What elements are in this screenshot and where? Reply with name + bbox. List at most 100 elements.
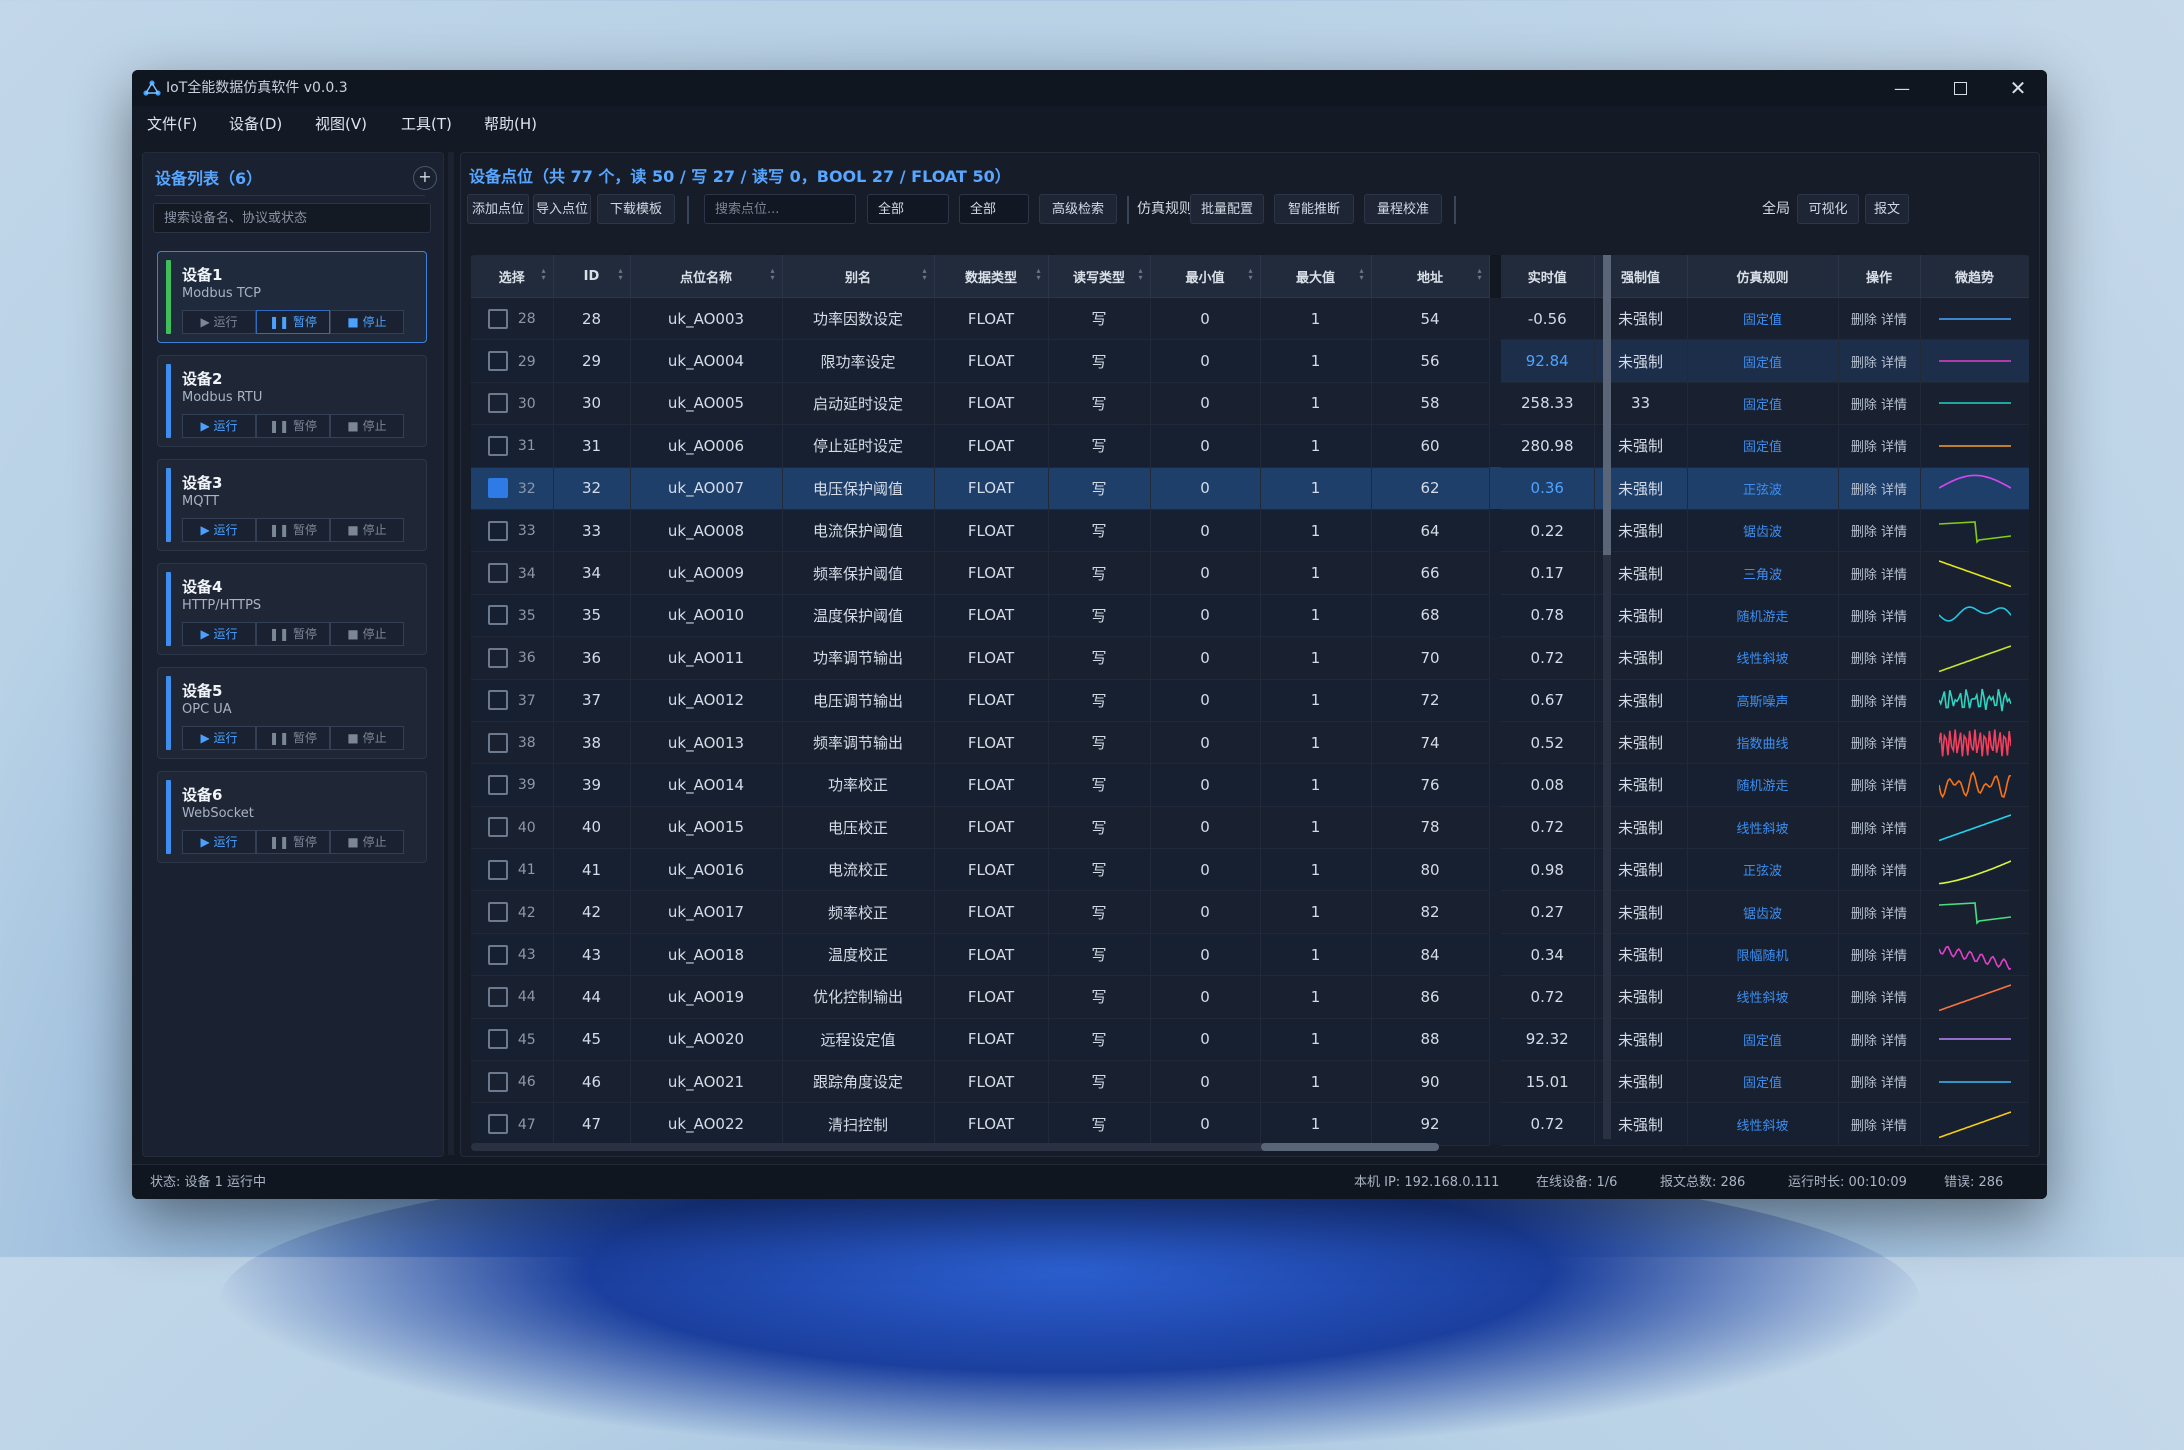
operation-cell[interactable]: 删除 详情: [1838, 763, 1921, 807]
sim-rule-link[interactable]: 固定值: [1743, 440, 1782, 455]
select-cell[interactable]: 36: [471, 636, 554, 680]
row-checkbox[interactable]: [487, 435, 508, 456]
select-cell[interactable]: 42: [471, 890, 554, 934]
column-header-id[interactable]: ID: [553, 255, 631, 298]
row-checkbox[interactable]: [487, 1029, 508, 1050]
table-row[interactable]: 28 28 uk_AO003 功率因数设定 FLOAT 写 0 1 54 -0.56 未强制 固定值删…: [471, 297, 2029, 341]
select-cell[interactable]: 38: [471, 721, 554, 765]
row-checkbox[interactable]: [487, 1071, 508, 1092]
sim-rule-link[interactable]: 固定值: [1743, 398, 1782, 413]
stop-button[interactable]: ■ 停止: [330, 310, 404, 334]
operation-cell[interactable]: 删除 详情: [1838, 1060, 1921, 1104]
sim-rule-cell[interactable]: 固定值: [1687, 424, 1839, 468]
point-search-input[interactable]: 搜索点位...: [704, 194, 856, 224]
run-button[interactable]: ▶ 运行: [182, 622, 256, 646]
select-cell[interactable]: 29: [471, 339, 554, 383]
smart-infer-button[interactable]: 智能推断: [1274, 194, 1354, 224]
run-button[interactable]: ▶ 运行: [182, 414, 256, 438]
type-filter-select[interactable]: 全部: [867, 194, 949, 224]
operation-cell[interactable]: 删除 详情: [1838, 1102, 1921, 1146]
rw-filter-select[interactable]: 全部: [959, 194, 1029, 224]
select-cell[interactable]: 30: [471, 382, 554, 426]
delete-detail-links[interactable]: 删除 详情: [1851, 568, 1907, 583]
table-row[interactable]: 39 39 uk_AO014 功率校正 FLOAT 写 0 1 76 0.08 未强制 随机游走 删除 …: [471, 763, 2029, 807]
table-row[interactable]: 40 40 uk_AO015 电压校正 FLOAT 写 0 1 78 0.72 未强制 线性斜坡 删除 …: [471, 806, 2029, 850]
column-header-rw-type[interactable]: 读写类型: [1048, 255, 1151, 298]
select-cell[interactable]: 47: [471, 1102, 554, 1146]
delete-detail-links[interactable]: 删除 详情: [1851, 1076, 1907, 1091]
sim-rule-cell[interactable]: 正弦波: [1687, 467, 1839, 510]
row-checkbox[interactable]: [487, 902, 508, 923]
pause-button[interactable]: ❚❚ 暂停: [256, 726, 330, 750]
sim-rule-link[interactable]: 固定值: [1743, 1034, 1782, 1049]
operation-cell[interactable]: 删除 详情: [1838, 933, 1921, 977]
select-cell[interactable]: 31: [471, 424, 554, 468]
select-cell[interactable]: 41: [471, 848, 554, 892]
sim-rule-cell[interactable]: 正弦波: [1687, 848, 1839, 892]
row-checkbox[interactable]: [487, 393, 508, 414]
device-search-input[interactable]: 搜索设备名、协议或状态: [153, 203, 431, 233]
delete-detail-links[interactable]: 删除 详情: [1851, 525, 1907, 540]
delete-detail-links[interactable]: 删除 详情: [1851, 949, 1907, 964]
operation-cell[interactable]: 删除 详情: [1838, 721, 1921, 765]
row-checkbox[interactable]: [487, 647, 508, 668]
delete-detail-links[interactable]: 删除 详情: [1851, 483, 1907, 498]
table-row[interactable]: 36 36 uk_AO011 功率调节输出 FLOAT 写 0 1 70 0.72 未强制 线性斜坡删…: [471, 636, 2029, 680]
stop-button[interactable]: ■ 停止: [330, 622, 404, 646]
add-device-button[interactable]: +: [413, 166, 437, 190]
sim-rule-link[interactable]: 线性斜坡: [1736, 991, 1788, 1006]
select-cell[interactable]: 40: [471, 806, 554, 850]
row-checkbox[interactable]: [487, 563, 508, 584]
column-header-trend[interactable]: 微趋势: [1920, 255, 2029, 298]
sim-rule-link[interactable]: 锯齿波: [1743, 907, 1782, 922]
table-row[interactable]: 42 42 uk_AO017 频率校正 FLOAT 写 0 1 82 0.27 未强制 锯齿波 删除 详…: [471, 890, 2029, 934]
sim-rule-cell[interactable]: 线性斜坡: [1687, 806, 1839, 850]
select-cell[interactable]: 33: [471, 509, 554, 553]
table-row[interactable]: 30 30 uk_AO005 启动延时设定 FLOAT 写 0 1 58 258.33 33 固定值删…: [471, 382, 2029, 426]
select-cell[interactable]: 37: [471, 679, 554, 722]
row-checkbox[interactable]: [487, 944, 508, 965]
operation-cell[interactable]: 删除 详情: [1838, 636, 1921, 680]
column-header-data-type[interactable]: 数据类型: [934, 255, 1049, 298]
row-checkbox[interactable]: [487, 859, 508, 880]
row-checkbox[interactable]: [487, 986, 508, 1007]
sim-rule-cell[interactable]: 随机游走: [1687, 763, 1839, 807]
menu-file[interactable]: 文件(F): [147, 106, 197, 142]
device-card[interactable]: 设备6 WebSocket ▶ 运行 ❚❚ 暂停 ■ 停止: [157, 771, 427, 863]
operation-cell[interactable]: 删除 详情: [1838, 297, 1921, 341]
advanced-search-button[interactable]: 高级检索: [1039, 194, 1117, 224]
operation-cell[interactable]: 删除 详情: [1838, 890, 1921, 934]
column-header-select[interactable]: 选择: [471, 255, 554, 298]
menu-device[interactable]: 设备(D): [229, 106, 282, 142]
table-row[interactable]: 41 41 uk_AO016 电流校正 FLOAT 写 0 1 80 0.98 未强制 正弦波 删除 详…: [471, 848, 2029, 892]
run-button[interactable]: ▶ 运行: [182, 310, 256, 334]
table-row[interactable]: 29 29 uk_AO004 限功率设定 FLOAT 写 0 1 56 92.84 未强制 固定值 删除…: [471, 339, 2029, 383]
column-header-max[interactable]: 最大值: [1260, 255, 1372, 298]
table-row[interactable]: 38 38 uk_AO013 频率调节输出 FLOAT 写 0 1 74 0.52 未强制 指数曲线删…: [471, 721, 2029, 765]
global-label[interactable]: 全局: [1762, 194, 1790, 224]
device-card[interactable]: 设备2 Modbus RTU ▶ 运行 ❚❚ 暂停 ■ 停止: [157, 355, 427, 447]
select-cell[interactable]: 45: [471, 1018, 554, 1062]
device-card[interactable]: 设备3 MQTT ▶ 运行 ❚❚ 暂停 ■ 停止: [157, 459, 427, 551]
vertical-scroll-thumb[interactable]: [1603, 255, 1611, 555]
row-checkbox[interactable]: [487, 520, 508, 541]
select-cell[interactable]: 34: [471, 551, 554, 595]
sim-rule-cell[interactable]: 固定值: [1687, 1018, 1839, 1062]
select-cell[interactable]: 32: [471, 467, 554, 510]
row-checkbox[interactable]: [487, 308, 508, 329]
sim-rule-cell[interactable]: 固定值: [1687, 1060, 1839, 1104]
sim-rule-cell[interactable]: 固定值: [1687, 382, 1839, 426]
delete-detail-links[interactable]: 删除 详情: [1851, 779, 1907, 794]
close-button[interactable]: ✕: [1989, 70, 2047, 106]
run-button[interactable]: ▶ 运行: [182, 830, 256, 854]
delete-detail-links[interactable]: 删除 详情: [1851, 398, 1907, 413]
operation-cell[interactable]: 删除 详情: [1838, 1018, 1921, 1062]
table-row[interactable]: 45 45 uk_AO020 远程设定值 FLOAT 写 0 1 88 92.32 未强制 固定值 删除…: [471, 1018, 2029, 1062]
sim-rule-link[interactable]: 线性斜坡: [1736, 822, 1788, 837]
operation-cell[interactable]: 删除 详情: [1838, 806, 1921, 850]
sim-rule-cell[interactable]: 锯齿波: [1687, 509, 1839, 553]
horizontal-scrollbar[interactable]: [471, 1143, 1439, 1151]
download-template-button[interactable]: 下载模板: [597, 194, 675, 224]
stop-button[interactable]: ■ 停止: [330, 518, 404, 542]
delete-detail-links[interactable]: 删除 详情: [1851, 610, 1907, 625]
